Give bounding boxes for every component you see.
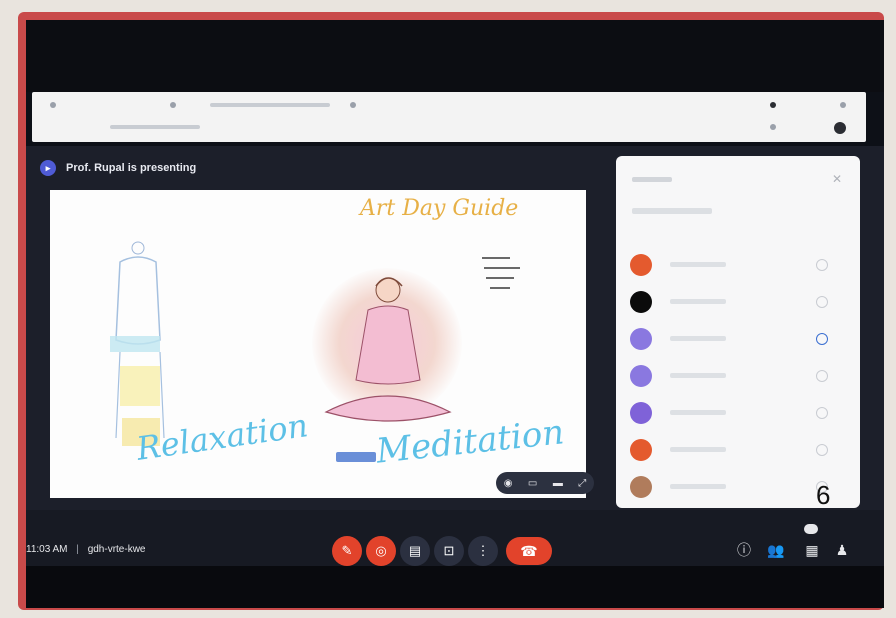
participant-avatar	[630, 475, 652, 498]
slide-title-script: Art Day Guide	[360, 196, 519, 221]
meeting-code: gdh-vrte-kwe	[87, 544, 146, 555]
close-icon[interactable]: ✕	[832, 172, 842, 186]
end-call-icon: ☎	[520, 542, 538, 559]
participants-panel: ✕	[616, 156, 860, 508]
presenter-banner: ▸ Prof. Rupal is presenting	[40, 156, 240, 180]
more-options-button[interactable]: ⋮	[468, 536, 498, 566]
mic-icon[interactable]	[816, 369, 828, 382]
browser-toolbar[interactable]	[32, 92, 866, 142]
activities-icon[interactable]: ♟	[832, 540, 852, 560]
info-icon[interactable]: ⓘ	[734, 540, 754, 560]
participant-row[interactable]	[626, 357, 848, 394]
chat-icon[interactable]: ▦	[802, 540, 822, 560]
mic-icon[interactable]	[816, 295, 828, 308]
end-call-button[interactable]: ☎	[506, 537, 552, 565]
mic-icon[interactable]	[816, 406, 828, 419]
clock-time: 11:03 AM	[26, 544, 68, 555]
camera-off-icon: ◎	[375, 543, 387, 558]
captions-button[interactable]: ▤	[400, 536, 430, 566]
participant-row[interactable]	[626, 283, 848, 320]
present-icon: ⊡	[443, 543, 455, 558]
expand-icon[interactable]: ⤢	[578, 478, 586, 489]
camera-toggle-button[interactable]: ◎	[366, 536, 396, 566]
mic-off-icon: ✎	[341, 543, 353, 558]
participant-row[interactable]	[626, 394, 848, 431]
people-icon[interactable]: 👥	[766, 540, 786, 560]
participant-row[interactable]	[626, 246, 848, 283]
presentation-controls[interactable]: ◉ ▭ ▬ ⤢	[496, 472, 594, 494]
captions-icon: ▤	[408, 543, 422, 558]
more-icon: ⋮	[476, 543, 490, 558]
screen-top	[26, 20, 884, 92]
participant-row[interactable]	[626, 431, 848, 468]
pointer-icon[interactable]: ◉	[504, 478, 513, 489]
screen-bottom	[26, 566, 884, 608]
participant-row[interactable]	[626, 468, 848, 505]
participant-avatar	[630, 327, 652, 350]
meeting-info: 11:03 AM | gdh-vrte-kwe	[26, 544, 146, 555]
you-chip[interactable]: ▬	[553, 478, 563, 489]
separator: |	[76, 544, 79, 555]
participant-avatar	[630, 438, 652, 461]
mic-icon[interactable]	[816, 258, 828, 271]
participant-badge	[804, 524, 818, 534]
meeting-area: ▸ Prof. Rupal is presenting Art Day Guid…	[26, 146, 884, 608]
present-button[interactable]: ⊡	[434, 536, 464, 566]
participant-row[interactable]	[626, 320, 848, 357]
participant-list	[626, 246, 848, 505]
presented-slide: Art Day Guide Relaxation Meditation	[50, 190, 586, 498]
presenter-avatar: ▸	[40, 160, 56, 176]
participant-avatar	[630, 401, 652, 424]
annotation-chip	[336, 452, 376, 462]
panel-header-label	[632, 176, 672, 182]
participant-avatar	[630, 364, 652, 387]
screen: ▸ Prof. Rupal is presenting Art Day Guid…	[26, 20, 884, 608]
panel-subheader	[632, 208, 712, 214]
participant-avatar	[630, 253, 652, 276]
mic-icon[interactable]	[816, 443, 828, 456]
frame-icon[interactable]: ▭	[528, 478, 537, 489]
participant-count: 6	[816, 480, 831, 510]
participant-avatar	[630, 290, 652, 313]
presenter-text: Prof. Rupal is presenting	[66, 162, 197, 174]
mic-icon[interactable]	[816, 332, 828, 345]
mic-toggle-button[interactable]: ✎	[332, 536, 362, 566]
